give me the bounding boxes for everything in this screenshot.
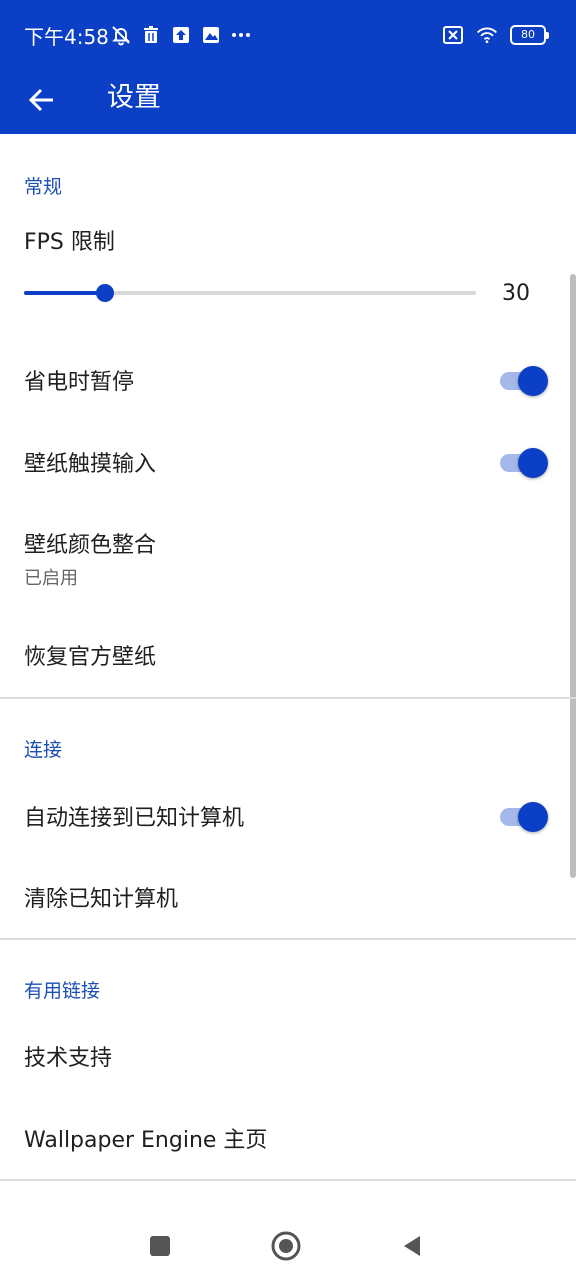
back-triangle-icon xyxy=(404,1236,420,1256)
wallpaper-color-integration-title[interactable]: 壁纸颜色整合 xyxy=(24,532,156,560)
status-icons-right: 80 xyxy=(442,24,549,46)
battery-level: 80 xyxy=(521,28,535,41)
wallpaper-engine-homepage-link[interactable]: Wallpaper Engine 主页 xyxy=(24,1127,267,1155)
image-icon xyxy=(200,24,222,46)
auto-connect-switch[interactable] xyxy=(500,800,548,834)
back-button[interactable] xyxy=(18,76,66,124)
status-time: 下午4:58 xyxy=(24,25,109,49)
upload-icon xyxy=(170,24,192,46)
scrollbar[interactable] xyxy=(570,274,576,878)
fps-slider-thumb[interactable] xyxy=(96,284,114,302)
notifications-off-icon xyxy=(110,24,132,46)
battery-icon: 80 xyxy=(510,25,549,45)
section-header-connection: 连接 xyxy=(24,739,63,761)
more-icon xyxy=(230,24,252,46)
arrow-back-icon xyxy=(28,88,53,112)
sim-off-icon xyxy=(442,24,464,46)
switch-thumb xyxy=(518,366,548,396)
switch-thumb xyxy=(518,448,548,478)
divider xyxy=(0,1179,576,1181)
section-header-useful-links: 有用链接 xyxy=(24,980,101,1002)
restore-official-wallpapers-item[interactable]: 恢复官方壁纸 xyxy=(24,644,156,672)
status-bar: 下午4:58 80 xyxy=(0,0,576,70)
home-circle-icon xyxy=(271,1231,301,1261)
divider xyxy=(0,938,576,940)
settings-list[interactable]: 常规 FPS 限制 30 省电时暂停 壁纸触摸输入 壁纸颜色整合 已启用 恢复官… xyxy=(0,134,576,1181)
back-nav-button[interactable] xyxy=(392,1226,432,1266)
tech-support-link[interactable]: 技术支持 xyxy=(24,1045,112,1073)
section-header-general: 常规 xyxy=(24,176,63,198)
wallpaper-color-integration-status: 已启用 xyxy=(24,568,78,589)
pause-on-battery-saver-title[interactable]: 省电时暂停 xyxy=(24,369,134,397)
recents-button[interactable] xyxy=(140,1226,180,1266)
home-button[interactable] xyxy=(266,1226,306,1266)
fps-slider[interactable] xyxy=(24,284,476,302)
clear-known-computers-item[interactable]: 清除已知计算机 xyxy=(24,886,178,914)
page-title: 设置 xyxy=(107,82,161,113)
status-icons-left xyxy=(110,24,252,46)
trash-icon xyxy=(140,24,162,46)
wallpaper-touch-input-switch[interactable] xyxy=(500,446,548,480)
navigation-bar xyxy=(0,1182,576,1280)
fps-limit-title: FPS 限制 xyxy=(24,230,115,255)
wifi-icon xyxy=(476,24,498,46)
auto-connect-title[interactable]: 自动连接到已知计算机 xyxy=(24,805,244,833)
fps-value: 30 xyxy=(502,281,530,306)
recents-square-icon xyxy=(150,1236,170,1256)
toolbar: 设置 xyxy=(0,70,576,134)
divider xyxy=(0,697,576,699)
wallpaper-touch-input-title[interactable]: 壁纸触摸输入 xyxy=(24,451,156,479)
switch-thumb xyxy=(518,802,548,832)
pause-on-battery-saver-switch[interactable] xyxy=(500,364,548,398)
app-bar: 下午4:58 80 设置 xyxy=(0,0,576,134)
fps-slider-fill xyxy=(24,291,105,295)
